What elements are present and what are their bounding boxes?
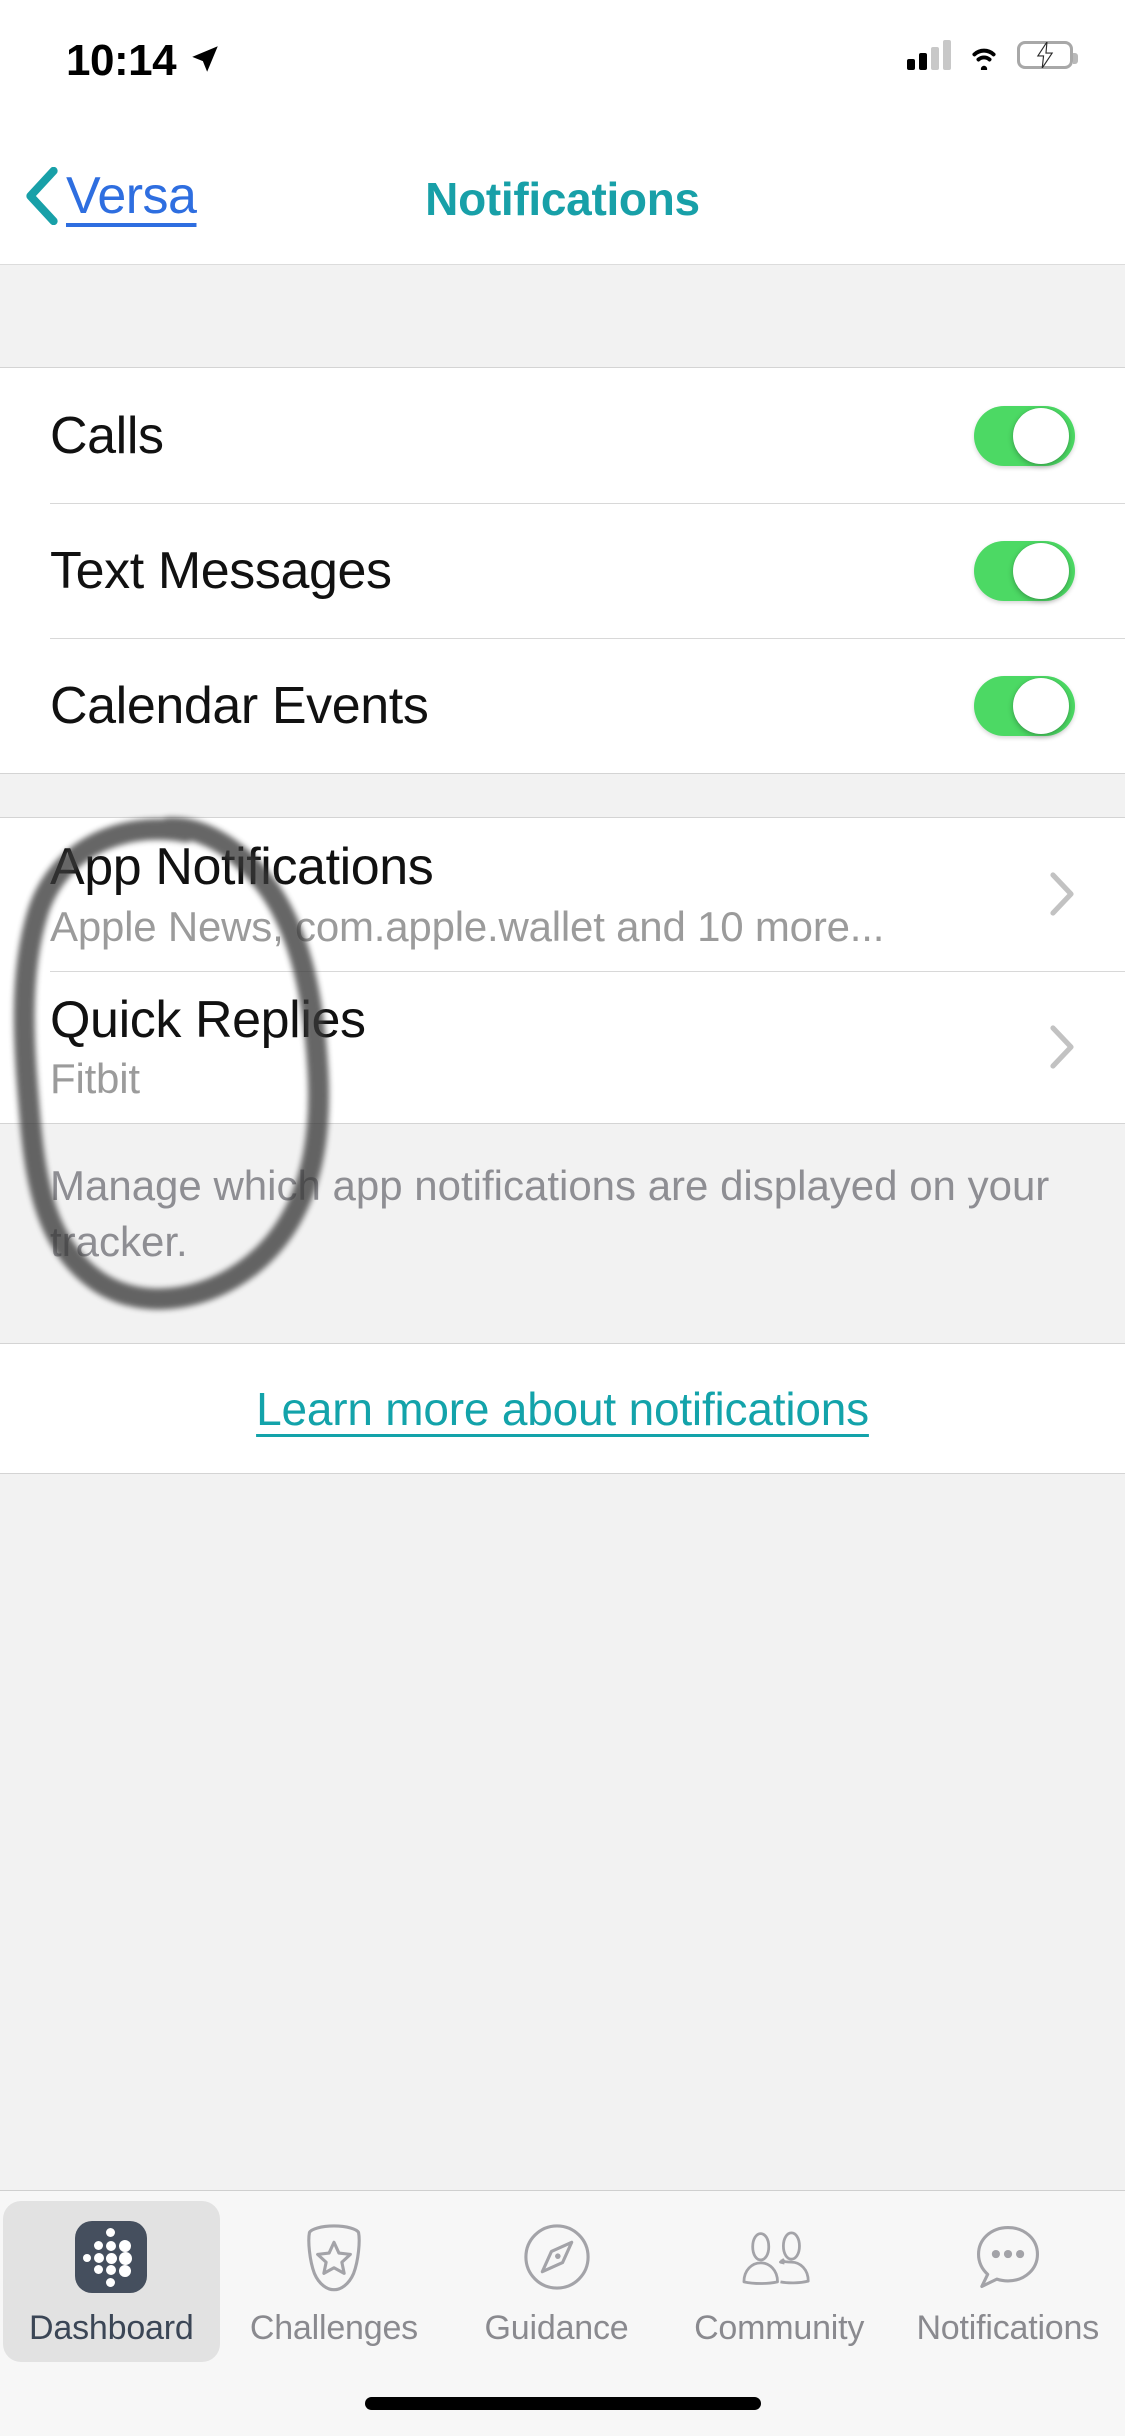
row-title: App Notifications <box>50 840 884 895</box>
section-footnote: Manage which app notifications are displ… <box>0 1123 1125 1343</box>
status-bar: 10:14 <box>0 0 1125 132</box>
calendar-events-toggle[interactable] <box>974 676 1075 736</box>
navigation-bar: Notifications Versa <box>0 132 1125 265</box>
tab-label: Guidance <box>485 2309 629 2348</box>
fitbit-dots-logo-icon <box>73 2219 149 2295</box>
tab-bar: Dashboard Challenges <box>0 2190 1125 2436</box>
notification-links-group: App Notifications Apple News, com.apple.… <box>0 818 1125 1123</box>
calls-toggle[interactable] <box>974 406 1075 466</box>
learn-more-link[interactable]: Learn more about notifications <box>256 1382 869 1436</box>
chevron-right-icon <box>1049 1024 1075 1070</box>
status-bar-indicators <box>907 40 1073 70</box>
toggle-knob <box>1013 543 1069 599</box>
settings-row-quick-replies[interactable]: Quick Replies Fitbit <box>0 971 1125 1124</box>
settings-row-app-notifications[interactable]: App Notifications Apple News, com.apple.… <box>0 818 1125 971</box>
row-label: Calls <box>50 406 164 466</box>
home-indicator[interactable] <box>365 2397 761 2410</box>
toggle-knob <box>1013 408 1069 464</box>
settings-row-calls[interactable]: Calls <box>0 368 1125 503</box>
tab-label: Notifications <box>916 2309 1099 2348</box>
row-label: Text Messages <box>50 541 392 601</box>
learn-more-section: Learn more about notifications <box>0 1343 1125 1474</box>
tab-guidance[interactable]: Guidance <box>445 2201 668 2351</box>
compass-icon <box>519 2219 595 2295</box>
tab-label: Dashboard <box>29 2309 194 2348</box>
people-icon <box>741 2219 817 2295</box>
settings-row-calendar-events[interactable]: Calendar Events <box>0 638 1125 773</box>
section-gap-top <box>0 265 1125 368</box>
row-label: Calendar Events <box>50 676 428 736</box>
shield-star-icon <box>296 2219 372 2295</box>
battery-charging-icon <box>1017 41 1073 69</box>
tab-label: Challenges <box>250 2309 418 2348</box>
status-bar-time: 10:14 <box>66 36 176 86</box>
charging-bolt-icon <box>1036 42 1054 68</box>
row-title: Quick Replies <box>50 993 366 1048</box>
tab-challenges[interactable]: Challenges <box>223 2201 446 2351</box>
toggle-knob <box>1013 678 1069 734</box>
location-arrow-icon <box>188 42 222 76</box>
settings-content: Calls Text Messages Calendar Events App … <box>0 265 1125 2094</box>
chevron-right-icon <box>1049 871 1075 917</box>
tab-label: Community <box>694 2309 864 2348</box>
row-subtitle: Fitbit <box>50 1057 366 1101</box>
notification-toggles-group: Calls Text Messages Calendar Events <box>0 368 1125 773</box>
text-messages-toggle[interactable] <box>974 541 1075 601</box>
cellular-signal-icon <box>907 40 951 70</box>
settings-row-text-messages[interactable]: Text Messages <box>0 503 1125 638</box>
chevron-left-icon <box>22 167 62 225</box>
tab-notifications[interactable]: Notifications <box>890 2201 1125 2351</box>
phone-screen: 10:14 Notifications Versa <box>0 0 1125 2436</box>
tab-community[interactable]: Community <box>668 2201 891 2351</box>
chat-bubble-dots-icon <box>970 2219 1046 2295</box>
tab-dashboard[interactable]: Dashboard <box>0 2201 223 2351</box>
wifi-icon <box>965 40 1003 70</box>
content-filler <box>0 1474 1125 2094</box>
section-gap-middle <box>0 773 1125 818</box>
row-subtitle: Apple News, com.apple.wallet and 10 more… <box>50 905 884 949</box>
back-button[interactable]: Versa <box>22 158 196 234</box>
back-button-label: Versa <box>66 166 196 226</box>
